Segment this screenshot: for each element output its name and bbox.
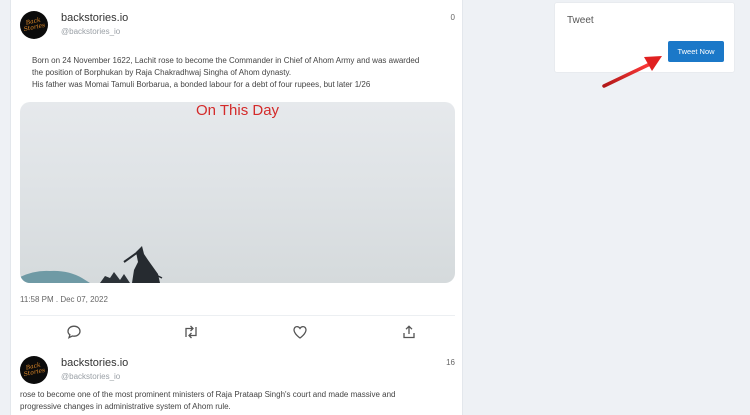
statue-silhouette-image	[20, 246, 163, 283]
tweet-timestamp: 11:58 PM . Dec 07, 2022	[20, 295, 108, 304]
avatar[interactable]: Back Stories	[20, 356, 48, 384]
tweet-actions	[11, 322, 464, 344]
tweet-feed: Back Stories backstories.io @backstories…	[10, 0, 463, 415]
tweet-media-image[interactable]: On This Day	[20, 102, 455, 283]
avatar[interactable]: Back Stories	[20, 11, 48, 39]
retweet-icon[interactable]	[181, 322, 201, 342]
tweet-count: 0	[450, 13, 455, 22]
avatar-logo-text: Back Stories	[23, 16, 46, 34]
annotation-arrow-icon	[602, 56, 662, 88]
tweet-body: rose to become one of the most prominent…	[20, 389, 440, 413]
author-handle: @backstories_io	[61, 372, 121, 381]
tweet-body-line: rose to become one of the most prominent…	[20, 390, 396, 399]
tweet-card-title: Tweet	[567, 15, 594, 26]
tweet-body: Born on 24 November 1622, Lachit rose to…	[32, 55, 452, 91]
tweet-now-button[interactable]: Tweet Now	[668, 41, 724, 62]
comment-icon[interactable]	[64, 322, 84, 342]
tweet-body-line: His father was Momai Tamuli Borbarua, a …	[32, 80, 371, 89]
tweet-body-line: the position of Borphukan by Raja Chakra…	[32, 68, 292, 77]
divider	[20, 315, 455, 316]
tweet-body-line: progressive changes in administrative sy…	[20, 402, 231, 411]
author-handle: @backstories_io	[61, 27, 121, 36]
author-name[interactable]: backstories.io	[61, 12, 128, 24]
tweet-count: 16	[446, 358, 455, 367]
avatar-logo-text: Back Stories	[23, 361, 46, 379]
share-icon[interactable]	[399, 322, 419, 342]
tweet-body-line: Born on 24 November 1622, Lachit rose to…	[32, 56, 420, 65]
author-name[interactable]: backstories.io	[61, 357, 128, 369]
like-icon[interactable]	[290, 322, 310, 342]
